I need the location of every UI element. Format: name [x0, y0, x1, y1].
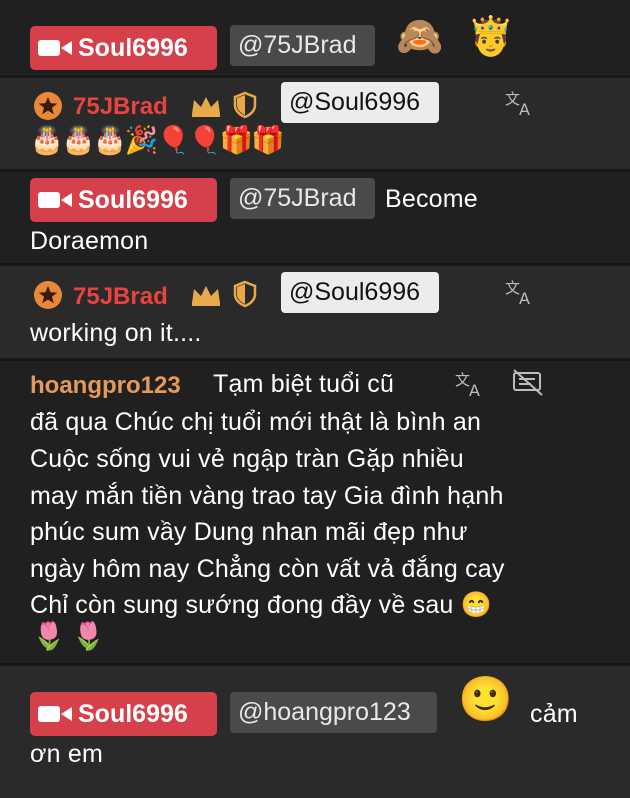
message-line: đã qua Chúc chị tuổi mới thật là bình an	[30, 408, 482, 436]
chat-message-1: Soul6996 @75JBrad 🙈🤴	[0, 0, 630, 75]
host-badge[interactable]: Soul6996	[30, 178, 217, 222]
chat-message-4: 75JBrad @Soul6996 文 A working on it....	[0, 266, 630, 358]
svg-text:A: A	[519, 100, 530, 117]
username[interactable]: hoangpro123	[30, 372, 181, 400]
message-text: working on it....	[30, 319, 202, 347]
svg-text:文: 文	[455, 371, 470, 389]
translate-icon[interactable]: 文 A	[504, 278, 536, 306]
message-line: Tạm biệt tuổi cũ	[213, 370, 395, 398]
chat-message-3: Soul6996 @75JBrad Become Doraemon	[0, 172, 630, 263]
host-badge[interactable]: Soul6996	[30, 26, 217, 70]
svg-text:A: A	[469, 381, 480, 398]
chat-message-2: 75JBrad @Soul6996 文 A 🎂🎂🎂🎉🎈🎈🎁🎁	[0, 78, 630, 169]
camera-icon	[38, 192, 72, 208]
svg-text:A: A	[519, 289, 530, 306]
mention-tag[interactable]: @Soul6996	[281, 82, 439, 123]
svg-text:文: 文	[505, 279, 520, 297]
message-line: Chỉ còn sung sướng đong đầy về sau 😁	[30, 591, 492, 619]
host-name: Soul6996	[78, 699, 188, 728]
message-text: Doraemon	[30, 227, 149, 255]
mention-tag[interactable]: @75JBrad	[230, 178, 375, 219]
chat-message-5: hoangpro123 Tạm biệt tuổi cũ 文 A đã qua …	[0, 361, 630, 663]
crown-icon	[192, 286, 220, 306]
star-badge-icon	[34, 281, 62, 309]
mention-tag[interactable]: @Soul6996	[281, 272, 439, 313]
star-badge-icon	[34, 92, 62, 120]
message-text: Become	[385, 185, 478, 213]
message-emojis: 🎂🎂🎂🎉🎈🎈🎁🎁	[30, 125, 285, 156]
message-emojis: 🌷🌷	[32, 621, 112, 652]
message-emoji: 🙈🤴	[396, 14, 539, 58]
translate-icon[interactable]: 文 A	[504, 89, 536, 117]
message-line: may mắn tiền vàng trao tay Gia đình hạnh	[30, 482, 504, 510]
mention-tag[interactable]: @hoangpro123	[230, 692, 437, 733]
shield-icon	[233, 280, 257, 308]
mention-tag[interactable]: @75JBrad	[230, 25, 375, 66]
host-badge[interactable]: Soul6996	[30, 692, 217, 736]
svg-text:文: 文	[505, 90, 520, 108]
message-emoji: 🙂	[458, 674, 513, 725]
hide-translation-icon[interactable]	[511, 368, 545, 398]
message-text: ơn em	[30, 740, 103, 768]
shield-icon	[233, 91, 257, 119]
message-line: phúc sum vầy Dung nhan mãi đẹp như	[30, 518, 468, 546]
message-text: cảm	[530, 700, 578, 728]
translate-icon[interactable]: 文 A	[454, 370, 486, 398]
message-line: ngày hôm nay Chẳng còn vất vả đắng cay	[30, 555, 505, 583]
message-line: Cuộc sống vui vẻ ngập tràn Gặp nhiều	[30, 445, 464, 473]
username[interactable]: 75JBrad	[73, 283, 168, 311]
camera-icon	[38, 706, 72, 722]
crown-icon	[192, 97, 220, 117]
username[interactable]: 75JBrad	[73, 93, 168, 121]
host-name: Soul6996	[78, 185, 188, 214]
camera-icon	[38, 40, 72, 56]
host-name: Soul6996	[78, 33, 188, 62]
chat-message-6: Soul6996 @hoangpro123 🙂 cảm ơn em	[0, 666, 630, 798]
